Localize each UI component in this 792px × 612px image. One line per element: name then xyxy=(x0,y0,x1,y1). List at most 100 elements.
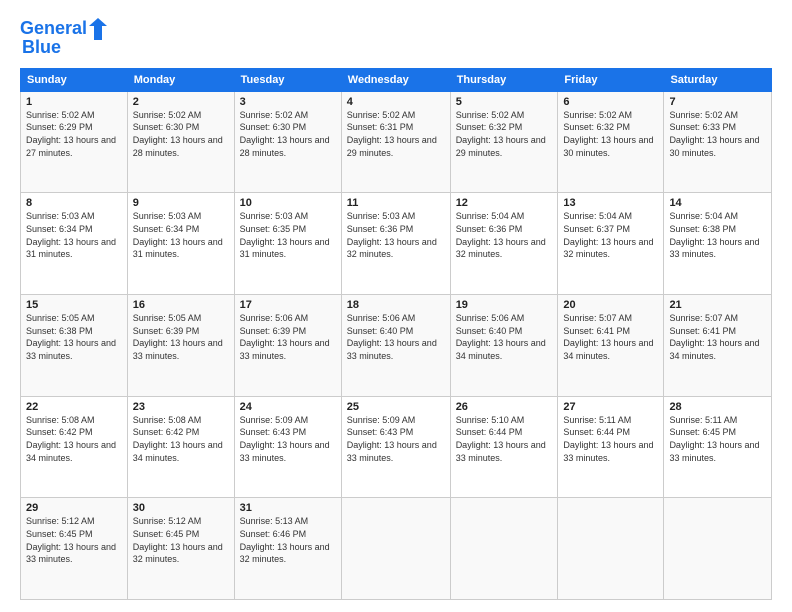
day-number: 12 xyxy=(456,197,553,209)
calendar-cell: 9 Sunrise: 5:03 AM Sunset: 6:34 PM Dayli… xyxy=(127,193,234,295)
day-number: 10 xyxy=(240,197,336,209)
calendar-cell: 27 Sunrise: 5:11 AM Sunset: 6:44 PM Dayl… xyxy=(558,396,664,498)
weekday-header-tuesday: Tuesday xyxy=(234,68,341,91)
day-number: 2 xyxy=(133,96,229,108)
day-detail: Sunrise: 5:08 AM Sunset: 6:42 PM Dayligh… xyxy=(26,414,122,464)
day-number: 8 xyxy=(26,197,122,209)
day-number: 26 xyxy=(456,401,553,413)
day-number: 13 xyxy=(563,197,658,209)
calendar-cell: 13 Sunrise: 5:04 AM Sunset: 6:37 PM Dayl… xyxy=(558,193,664,295)
day-number: 7 xyxy=(669,96,766,108)
calendar-cell: 2 Sunrise: 5:02 AM Sunset: 6:30 PM Dayli… xyxy=(127,91,234,193)
calendar-cell xyxy=(341,498,450,600)
calendar-cell: 20 Sunrise: 5:07 AM Sunset: 6:41 PM Dayl… xyxy=(558,295,664,397)
day-detail: Sunrise: 5:13 AM Sunset: 6:46 PM Dayligh… xyxy=(240,515,336,565)
logo-subtext: Blue xyxy=(22,38,61,58)
weekday-header-saturday: Saturday xyxy=(664,68,772,91)
weekday-header-friday: Friday xyxy=(558,68,664,91)
calendar-week-row: 1 Sunrise: 5:02 AM Sunset: 6:29 PM Dayli… xyxy=(21,91,772,193)
logo: General Blue xyxy=(20,18,109,58)
day-detail: Sunrise: 5:07 AM Sunset: 6:41 PM Dayligh… xyxy=(563,312,658,362)
day-number: 20 xyxy=(563,299,658,311)
day-detail: Sunrise: 5:08 AM Sunset: 6:42 PM Dayligh… xyxy=(133,414,229,464)
calendar-cell: 11 Sunrise: 5:03 AM Sunset: 6:36 PM Dayl… xyxy=(341,193,450,295)
calendar-cell: 15 Sunrise: 5:05 AM Sunset: 6:38 PM Dayl… xyxy=(21,295,128,397)
calendar-cell: 4 Sunrise: 5:02 AM Sunset: 6:31 PM Dayli… xyxy=(341,91,450,193)
calendar-cell xyxy=(558,498,664,600)
calendar-cell: 3 Sunrise: 5:02 AM Sunset: 6:30 PM Dayli… xyxy=(234,91,341,193)
calendar-cell: 1 Sunrise: 5:02 AM Sunset: 6:29 PM Dayli… xyxy=(21,91,128,193)
day-detail: Sunrise: 5:04 AM Sunset: 6:37 PM Dayligh… xyxy=(563,210,658,260)
day-detail: Sunrise: 5:11 AM Sunset: 6:44 PM Dayligh… xyxy=(563,414,658,464)
day-number: 18 xyxy=(347,299,445,311)
calendar-cell: 10 Sunrise: 5:03 AM Sunset: 6:35 PM Dayl… xyxy=(234,193,341,295)
calendar-cell: 21 Sunrise: 5:07 AM Sunset: 6:41 PM Dayl… xyxy=(664,295,772,397)
day-detail: Sunrise: 5:02 AM Sunset: 6:32 PM Dayligh… xyxy=(563,109,658,159)
weekday-header-thursday: Thursday xyxy=(450,68,558,91)
day-number: 30 xyxy=(133,502,229,514)
calendar-cell xyxy=(450,498,558,600)
day-detail: Sunrise: 5:11 AM Sunset: 6:45 PM Dayligh… xyxy=(669,414,766,464)
calendar-cell: 26 Sunrise: 5:10 AM Sunset: 6:44 PM Dayl… xyxy=(450,396,558,498)
weekday-header-row: SundayMondayTuesdayWednesdayThursdayFrid… xyxy=(21,68,772,91)
calendar-cell xyxy=(664,498,772,600)
logo-icon xyxy=(89,18,107,40)
day-number: 31 xyxy=(240,502,336,514)
calendar-week-row: 29 Sunrise: 5:12 AM Sunset: 6:45 PM Dayl… xyxy=(21,498,772,600)
calendar-cell: 8 Sunrise: 5:03 AM Sunset: 6:34 PM Dayli… xyxy=(21,193,128,295)
day-number: 17 xyxy=(240,299,336,311)
day-detail: Sunrise: 5:02 AM Sunset: 6:32 PM Dayligh… xyxy=(456,109,553,159)
weekday-header-sunday: Sunday xyxy=(21,68,128,91)
day-detail: Sunrise: 5:05 AM Sunset: 6:38 PM Dayligh… xyxy=(26,312,122,362)
calendar-cell: 19 Sunrise: 5:06 AM Sunset: 6:40 PM Dayl… xyxy=(450,295,558,397)
day-detail: Sunrise: 5:09 AM Sunset: 6:43 PM Dayligh… xyxy=(240,414,336,464)
day-number: 14 xyxy=(669,197,766,209)
calendar-week-row: 8 Sunrise: 5:03 AM Sunset: 6:34 PM Dayli… xyxy=(21,193,772,295)
calendar-cell: 6 Sunrise: 5:02 AM Sunset: 6:32 PM Dayli… xyxy=(558,91,664,193)
calendar-cell: 25 Sunrise: 5:09 AM Sunset: 6:43 PM Dayl… xyxy=(341,396,450,498)
day-detail: Sunrise: 5:02 AM Sunset: 6:31 PM Dayligh… xyxy=(347,109,445,159)
day-detail: Sunrise: 5:02 AM Sunset: 6:30 PM Dayligh… xyxy=(133,109,229,159)
calendar-cell: 30 Sunrise: 5:12 AM Sunset: 6:45 PM Dayl… xyxy=(127,498,234,600)
calendar-cell: 5 Sunrise: 5:02 AM Sunset: 6:32 PM Dayli… xyxy=(450,91,558,193)
calendar-week-row: 15 Sunrise: 5:05 AM Sunset: 6:38 PM Dayl… xyxy=(21,295,772,397)
calendar-cell: 17 Sunrise: 5:06 AM Sunset: 6:39 PM Dayl… xyxy=(234,295,341,397)
calendar-cell: 29 Sunrise: 5:12 AM Sunset: 6:45 PM Dayl… xyxy=(21,498,128,600)
page: General Blue SundayMondayTuesdayWednesda… xyxy=(0,0,792,612)
day-detail: Sunrise: 5:12 AM Sunset: 6:45 PM Dayligh… xyxy=(133,515,229,565)
calendar-cell: 22 Sunrise: 5:08 AM Sunset: 6:42 PM Dayl… xyxy=(21,396,128,498)
day-detail: Sunrise: 5:02 AM Sunset: 6:29 PM Dayligh… xyxy=(26,109,122,159)
day-detail: Sunrise: 5:06 AM Sunset: 6:39 PM Dayligh… xyxy=(240,312,336,362)
day-number: 4 xyxy=(347,96,445,108)
calendar-cell: 7 Sunrise: 5:02 AM Sunset: 6:33 PM Dayli… xyxy=(664,91,772,193)
calendar-table: SundayMondayTuesdayWednesdayThursdayFrid… xyxy=(20,68,772,600)
day-detail: Sunrise: 5:09 AM Sunset: 6:43 PM Dayligh… xyxy=(347,414,445,464)
day-detail: Sunrise: 5:03 AM Sunset: 6:34 PM Dayligh… xyxy=(26,210,122,260)
calendar-cell: 31 Sunrise: 5:13 AM Sunset: 6:46 PM Dayl… xyxy=(234,498,341,600)
calendar-cell: 16 Sunrise: 5:05 AM Sunset: 6:39 PM Dayl… xyxy=(127,295,234,397)
day-number: 5 xyxy=(456,96,553,108)
calendar-cell: 23 Sunrise: 5:08 AM Sunset: 6:42 PM Dayl… xyxy=(127,396,234,498)
day-number: 21 xyxy=(669,299,766,311)
calendar-cell: 18 Sunrise: 5:06 AM Sunset: 6:40 PM Dayl… xyxy=(341,295,450,397)
calendar-cell: 28 Sunrise: 5:11 AM Sunset: 6:45 PM Dayl… xyxy=(664,396,772,498)
day-detail: Sunrise: 5:10 AM Sunset: 6:44 PM Dayligh… xyxy=(456,414,553,464)
day-number: 29 xyxy=(26,502,122,514)
day-number: 1 xyxy=(26,96,122,108)
day-number: 15 xyxy=(26,299,122,311)
calendar-cell: 24 Sunrise: 5:09 AM Sunset: 6:43 PM Dayl… xyxy=(234,396,341,498)
day-number: 22 xyxy=(26,401,122,413)
day-detail: Sunrise: 5:03 AM Sunset: 6:35 PM Dayligh… xyxy=(240,210,336,260)
day-number: 11 xyxy=(347,197,445,209)
day-detail: Sunrise: 5:02 AM Sunset: 6:30 PM Dayligh… xyxy=(240,109,336,159)
day-detail: Sunrise: 5:03 AM Sunset: 6:36 PM Dayligh… xyxy=(347,210,445,260)
day-number: 23 xyxy=(133,401,229,413)
weekday-header-monday: Monday xyxy=(127,68,234,91)
day-detail: Sunrise: 5:06 AM Sunset: 6:40 PM Dayligh… xyxy=(347,312,445,362)
day-number: 9 xyxy=(133,197,229,209)
day-number: 19 xyxy=(456,299,553,311)
day-detail: Sunrise: 5:06 AM Sunset: 6:40 PM Dayligh… xyxy=(456,312,553,362)
day-detail: Sunrise: 5:05 AM Sunset: 6:39 PM Dayligh… xyxy=(133,312,229,362)
logo-text: General xyxy=(20,19,87,39)
day-number: 28 xyxy=(669,401,766,413)
